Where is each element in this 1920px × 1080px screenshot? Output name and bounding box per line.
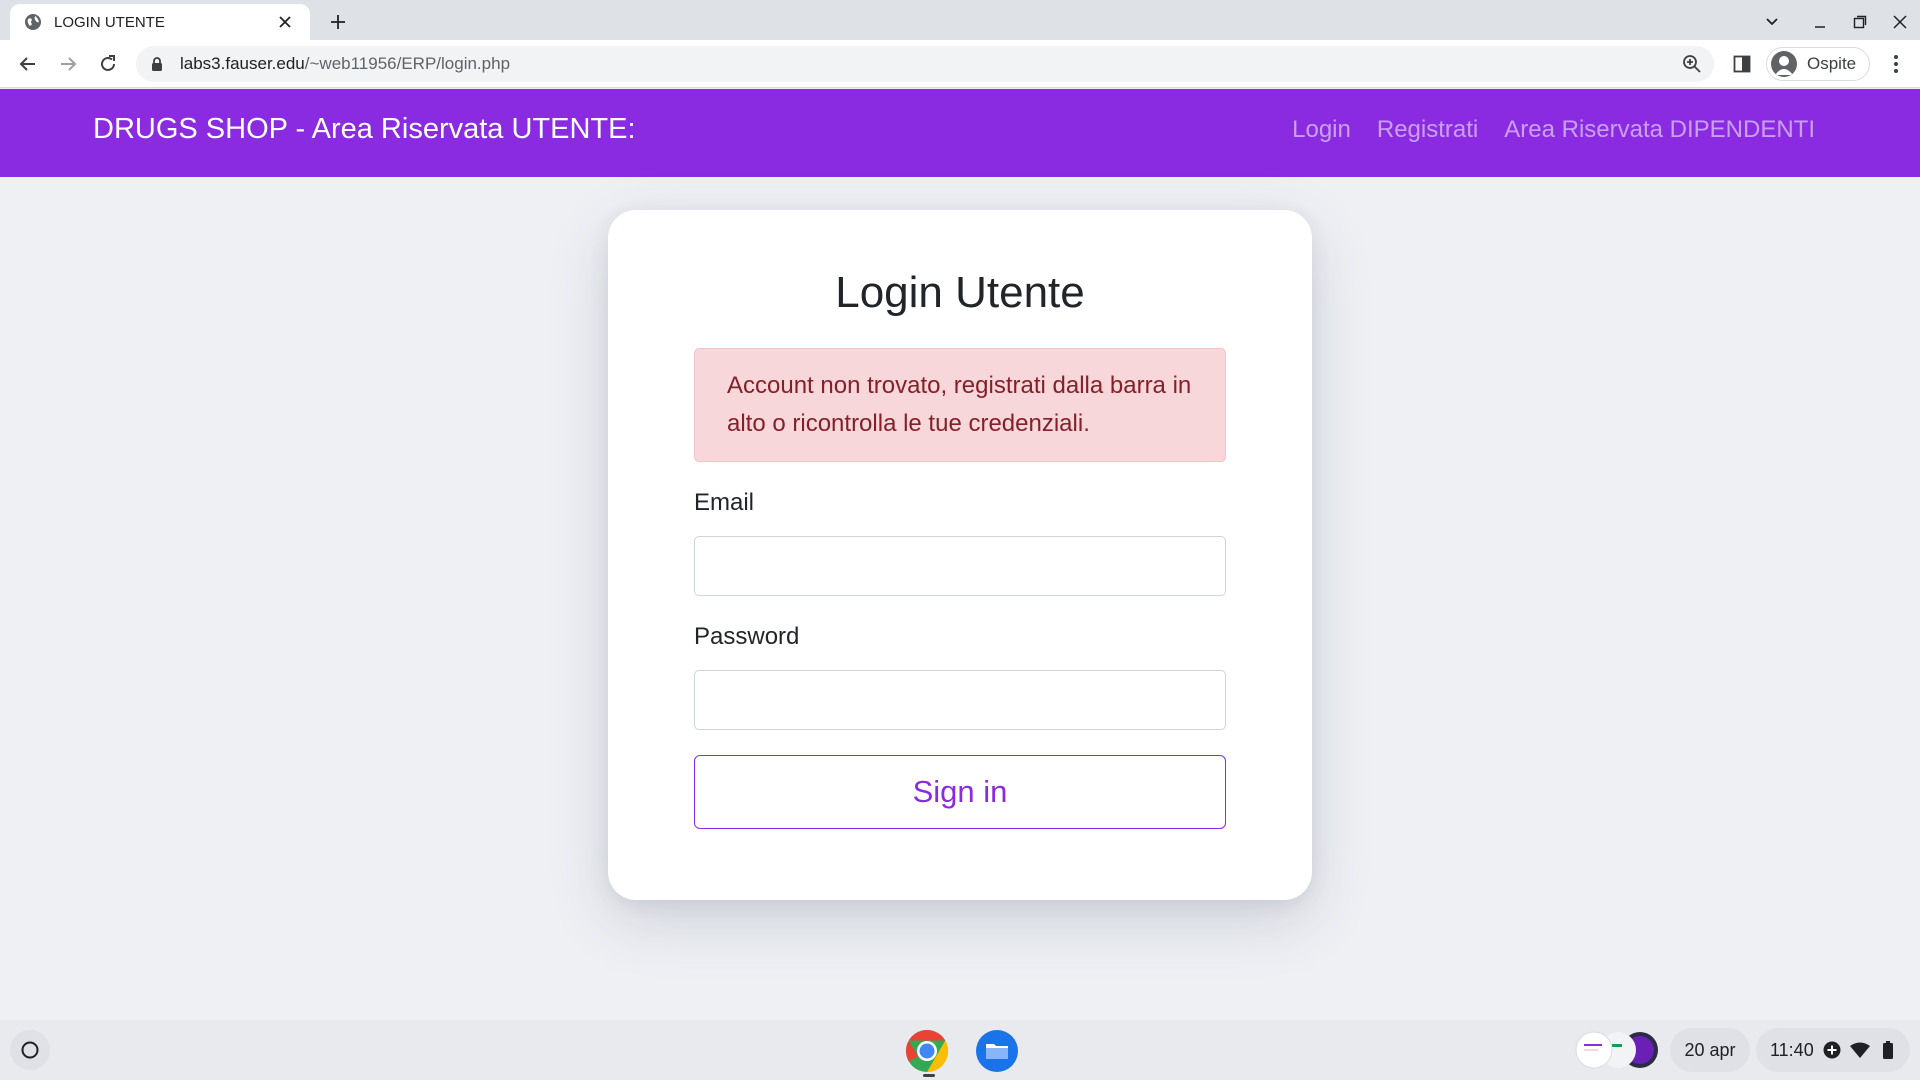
date-indicator[interactable]: 20 apr	[1670, 1028, 1750, 1072]
password-label: Password	[694, 623, 800, 650]
browser-tab[interactable]: LOGIN UTENTE	[10, 4, 310, 40]
nav-link-login[interactable]: Login	[1292, 116, 1351, 144]
site-brand[interactable]: DRUGS SHOP - Area Riservata UTENTE:	[93, 113, 636, 146]
avatar-icon	[1771, 51, 1797, 77]
browser-toolbar: labs3.fauser.edu/~web11956/ERP/login.php…	[0, 40, 1920, 88]
profile-label: Ospite	[1807, 54, 1857, 73]
email-label: Email	[694, 489, 755, 516]
chrome-icon[interactable]	[904, 1028, 950, 1074]
error-alert: Account non trovato, registrati dalla ba…	[694, 348, 1226, 462]
side-panel-icon[interactable]	[1730, 52, 1754, 76]
login-card: Login Utente Account non trovato, regist…	[608, 210, 1312, 900]
add-circle-icon	[1822, 1040, 1842, 1060]
url-host: labs3.fauser.edu	[180, 54, 305, 73]
forward-arrow-icon[interactable]	[52, 48, 84, 80]
nav-link-registrati[interactable]: Registrati	[1377, 116, 1478, 144]
login-title: Login Utente	[835, 268, 1085, 317]
system-tray[interactable]: 11:40	[1756, 1028, 1910, 1072]
reload-icon[interactable]	[92, 48, 124, 80]
new-tab-icon[interactable]	[324, 8, 352, 36]
nav-links: Login Registrati Area Riservata DIPENDEN…	[1292, 116, 1815, 144]
tab-title: LOGIN UTENTE	[54, 13, 165, 31]
url-text: labs3.fauser.edu/~web11956/ERP/login.php	[180, 54, 510, 74]
recent-windows-icon[interactable]	[1572, 1030, 1660, 1070]
url-path: /~web11956/ERP/login.php	[304, 54, 511, 73]
close-tab-icon[interactable]	[274, 11, 296, 33]
address-bar[interactable]: labs3.fauser.edu/~web11956/ERP/login.php	[136, 46, 1714, 82]
clock-time: 11:40	[1770, 1039, 1814, 1060]
email-field[interactable]	[694, 536, 1226, 596]
sign-in-button[interactable]: Sign in	[694, 755, 1226, 829]
lock-icon	[150, 56, 166, 72]
back-arrow-icon[interactable]	[12, 48, 44, 80]
globe-icon	[24, 13, 42, 31]
active-app-indicator	[923, 1074, 935, 1077]
site-navbar: DRUGS SHOP - Area Riservata UTENTE: Logi…	[0, 89, 1920, 177]
tab-strip: LOGIN UTENTE	[0, 0, 1920, 40]
restore-icon[interactable]	[1846, 8, 1874, 36]
page-viewport: DRUGS SHOP - Area Riservata UTENTE: Logi…	[0, 89, 1920, 1020]
tab-search-icon[interactable]	[1758, 8, 1786, 36]
os-shelf: 20 apr 11:40	[0, 1020, 1920, 1080]
kebab-menu-icon[interactable]	[1880, 48, 1912, 80]
minimize-icon[interactable]	[1806, 8, 1834, 36]
nav-link-area-dipendenti[interactable]: Area Riservata DIPENDENTI	[1504, 116, 1815, 144]
launcher-icon[interactable]	[10, 1030, 50, 1070]
profile-button[interactable]: Ospite	[1766, 47, 1870, 81]
zoom-icon[interactable]	[1682, 54, 1702, 74]
battery-icon	[1878, 1040, 1898, 1060]
wifi-icon	[1849, 1040, 1870, 1060]
files-icon[interactable]	[974, 1028, 1020, 1074]
close-window-icon[interactable]	[1886, 8, 1914, 36]
password-field[interactable]	[694, 670, 1226, 730]
